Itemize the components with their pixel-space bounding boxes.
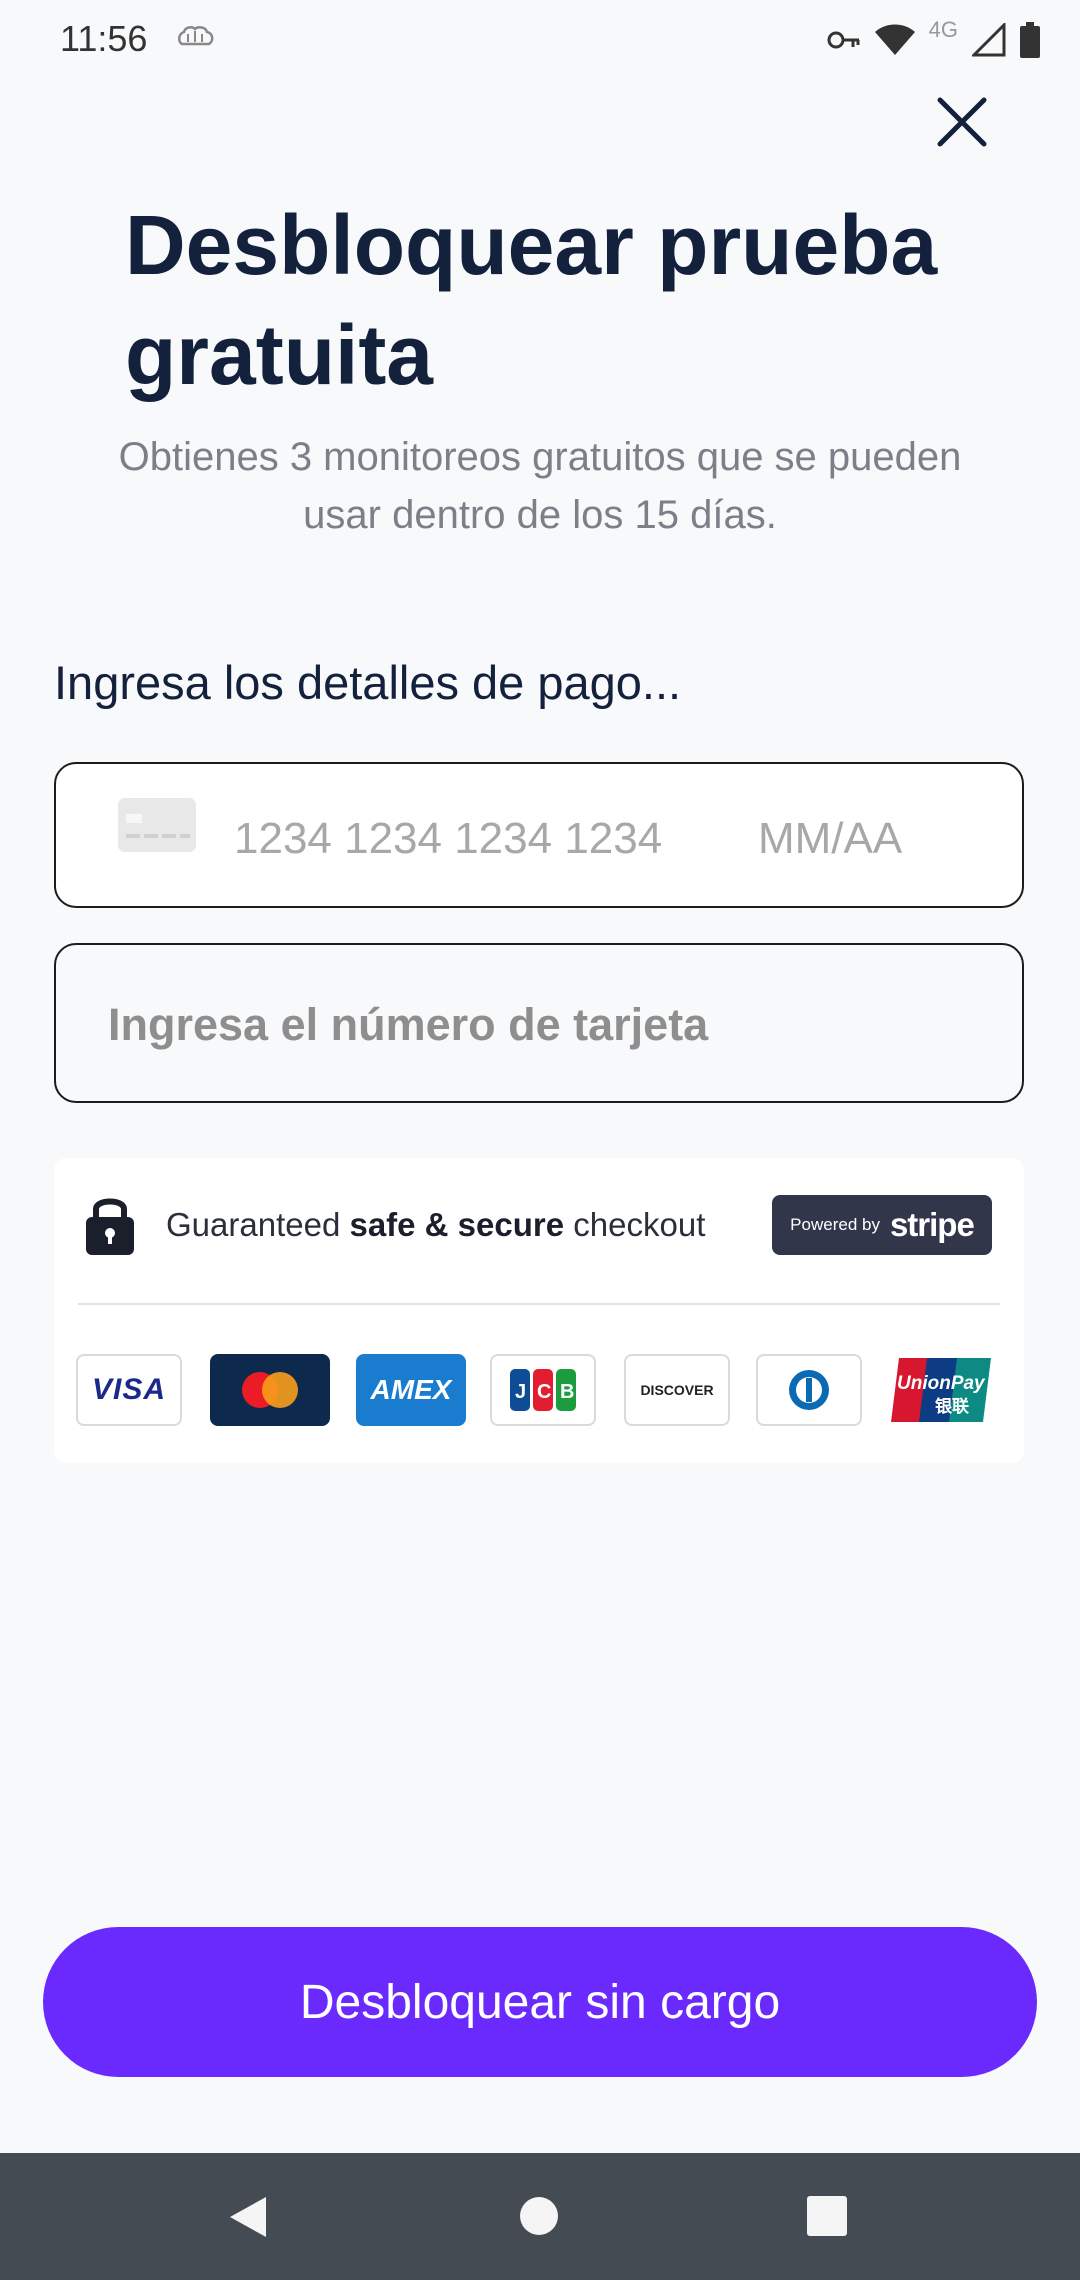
diners-icon: [789, 1370, 829, 1410]
badge-stripe: stripe: [889, 1206, 975, 1243]
svg-text:B: B: [560, 1381, 574, 1403]
card-number-input[interactable]: [234, 814, 714, 864]
badge-powered-by: Powered by: [790, 1215, 880, 1234]
powered-by-stripe-badge: Powered by stripe: [772, 1195, 992, 1255]
svg-text:C: C: [537, 1381, 551, 1403]
discover-logo: DISCOVER: [624, 1354, 730, 1426]
signal-icon: [972, 23, 1006, 57]
home-icon[interactable]: [518, 2195, 560, 2237]
secure-text-pre: Guaranteed: [166, 1206, 350, 1243]
back-icon[interactable]: [228, 2195, 268, 2239]
unionpay-icon: UnionPay 银联: [891, 1358, 991, 1422]
vpn-key-icon: [827, 31, 860, 49]
battery-icon: [1020, 22, 1040, 58]
close-button[interactable]: [932, 92, 992, 152]
mastercard-circles-icon: [242, 1372, 298, 1408]
payment-details-label: Ingresa los detalles de pago...: [54, 656, 682, 709]
amex-logo-text: AMEX: [370, 1374, 452, 1405]
brain-icon: [178, 26, 214, 46]
page-title: Desbloquear prueba gratuita: [125, 198, 938, 402]
card-details-field[interactable]: [54, 762, 1024, 908]
card-brand-logos: VISA AMEX J C B DISCOVER UnionPay 银联: [76, 1354, 1006, 1426]
unionpay-logo: UnionPay 银联: [888, 1354, 994, 1426]
jcb-logo: J C B: [490, 1354, 596, 1426]
secure-text-post: checkout: [564, 1206, 706, 1243]
divider: [78, 1303, 1000, 1305]
status-bar: 11:56 4G: [0, 0, 1080, 80]
status-time: 11:56: [60, 18, 148, 59]
wifi-icon: [874, 24, 915, 55]
discover-logo-text: DISCOVER: [640, 1382, 714, 1398]
unlock-free-button[interactable]: Desbloquear sin cargo: [43, 1927, 1037, 2077]
page-subtitle: Obtienes 3 monitoreos gratuitos que se p…: [118, 435, 962, 537]
visa-logo-text: VISA: [91, 1373, 167, 1406]
mastercard-logo: [210, 1354, 330, 1426]
credit-card-icon: [118, 798, 196, 852]
status-icons: 4G: [827, 17, 1040, 62]
network-type: 4G: [928, 17, 958, 42]
close-icon: [937, 97, 987, 147]
recent-apps-icon[interactable]: [806, 2195, 848, 2237]
secure-checkout-text: Guaranteed safe & secure checkout: [166, 1206, 705, 1244]
card-number-text-input[interactable]: [108, 999, 968, 1051]
card-expiry-input[interactable]: [758, 814, 958, 864]
svg-text:J: J: [515, 1381, 526, 1403]
secure-text-bold: safe & secure: [349, 1206, 565, 1243]
diners-logo: [756, 1354, 862, 1426]
unionpay-sub-text: 银联: [935, 1396, 969, 1417]
svg-text:UnionPay: UnionPay: [897, 1373, 986, 1394]
visa-logo: VISA: [76, 1354, 182, 1426]
lock-icon: [86, 1198, 134, 1255]
secure-checkout-panel: Guaranteed safe & secure checkout Powere…: [54, 1158, 1024, 1463]
amex-logo: AMEX: [356, 1354, 466, 1426]
card-number-field[interactable]: [54, 943, 1024, 1103]
navigation-bar: [0, 2153, 1080, 2280]
jcb-icon: J C B: [510, 1369, 576, 1411]
